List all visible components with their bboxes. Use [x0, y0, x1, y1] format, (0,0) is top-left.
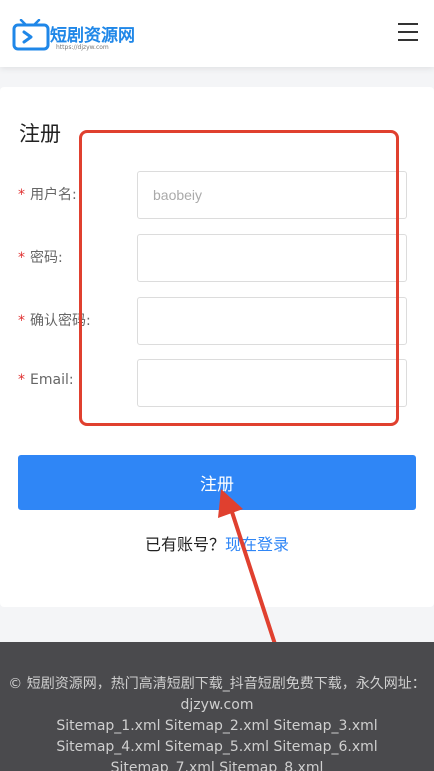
login-link[interactable]: 现在登录 — [225, 535, 289, 554]
sitemap-link[interactable]: Sitemap_7.xml — [111, 760, 215, 771]
confirm-password-label: * 确认密码: — [18, 313, 91, 329]
hamburger-menu-icon[interactable] — [398, 23, 418, 43]
username-row: * 用户名: — [0, 171, 434, 219]
username-input[interactable] — [137, 171, 407, 219]
register-submit-button[interactable]: 注册 — [18, 455, 416, 510]
sitemap-link[interactable]: Sitemap_3.xml — [274, 718, 378, 734]
site-footer: © 短剧资源网，热门高清短剧下载_抖音短剧免费下载，永久网址：djzyw.com… — [0, 642, 434, 771]
email-input[interactable] — [137, 359, 407, 407]
password-input[interactable] — [137, 234, 407, 282]
logo-text: 短剧资源网 — [50, 26, 135, 46]
email-label: * Email: — [18, 372, 74, 388]
site-logo[interactable]: 短剧资源网 https://djzyw.com — [12, 14, 135, 56]
sitemap-link[interactable]: Sitemap_1.xml — [56, 718, 160, 734]
register-card: 注册 *用户名: *密码: *确认密码: *Email: 注册 已有账号？现在登… — [0, 87, 434, 607]
site-header: 短剧资源网 https://djzyw.com — [0, 0, 434, 67]
sitemap-link[interactable]: Sitemap_4.xml — [56, 739, 160, 755]
username-label: * 用户名: — [18, 187, 77, 203]
confirm-password-input[interactable] — [137, 297, 407, 345]
sitemap-link[interactable]: Sitemap_6.xml — [274, 739, 378, 755]
password-label: * 密码: — [18, 250, 63, 266]
password-row: * 密码: — [0, 234, 434, 282]
sitemap-link[interactable]: Sitemap_5.xml — [165, 739, 269, 755]
sitemap-link[interactable]: Sitemap_2.xml — [165, 718, 269, 734]
confirm-password-row: * 确认密码: — [0, 297, 434, 345]
email-row: * Email: — [0, 359, 434, 407]
logo-subtext: https://djzyw.com — [56, 44, 109, 51]
sitemap-link[interactable]: Sitemap_8.xml — [219, 760, 323, 771]
footer-sitemaps: Sitemap_1.xml Sitemap_2.xml Sitemap_3.xm… — [8, 716, 426, 771]
login-prompt: 已有账号？现在登录 — [144, 535, 290, 554]
tv-icon — [12, 19, 50, 51]
footer-copyright: © 短剧资源网，热门高清短剧下载_抖音短剧免费下载，永久网址：djzyw.com — [8, 676, 426, 713]
page-title: 注册 — [19, 122, 61, 146]
